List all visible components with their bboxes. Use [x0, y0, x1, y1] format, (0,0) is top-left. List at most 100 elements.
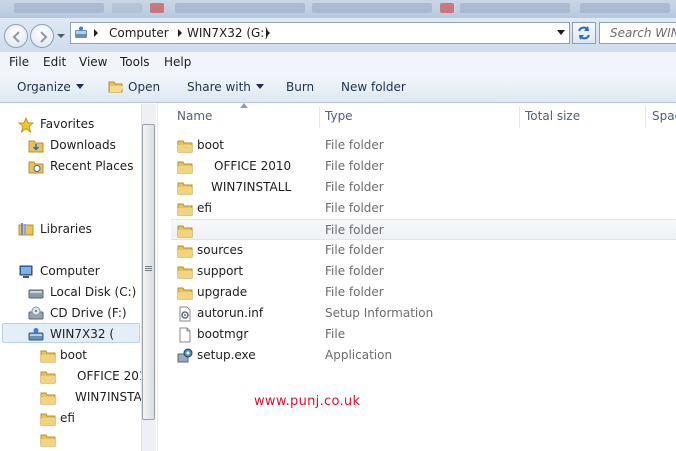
new-folder-button[interactable]: New folder: [341, 80, 406, 94]
drive-icon: [75, 26, 87, 38]
breadcrumb-computer[interactable]: Computer: [109, 26, 169, 40]
nav-favorites-label: Favorites: [40, 117, 95, 131]
menu-edit[interactable]: Edit: [43, 55, 66, 69]
file-name: upgrade: [197, 285, 248, 299]
nav-cd-drive-label: CD Drive (F:): [50, 306, 127, 320]
file-name: support: [197, 264, 244, 278]
file-row[interactable]: upgrade File folder: [171, 282, 676, 303]
column-divider[interactable]: [519, 106, 520, 128]
file-row[interactable]: support File folder: [171, 261, 676, 282]
folder-icon: [177, 264, 193, 283]
command-bar: Organize Open Share with Burn New folder: [0, 72, 676, 103]
cd-drive-icon: [28, 306, 44, 320]
chevron-down-icon[interactable]: [557, 30, 565, 36]
column-space[interactable]: Spac: [652, 109, 676, 123]
file-row[interactable]: autorun.inf Setup Information: [171, 303, 676, 324]
file-list: Name Type Total size Spac boot File folde…: [165, 103, 676, 451]
folder-icon: [40, 371, 56, 384]
file-row[interactable]: boot File folder: [171, 135, 676, 156]
file-type: File folder: [325, 243, 384, 257]
refresh-button[interactable]: [572, 22, 596, 44]
menu-tools[interactable]: Tools: [120, 55, 150, 69]
column-divider[interactable]: [645, 106, 646, 128]
organize-button[interactable]: Organize: [17, 80, 84, 94]
folder-icon: [40, 392, 56, 405]
back-button[interactable]: [4, 24, 28, 48]
open-button[interactable]: Open: [108, 79, 160, 94]
refresh-icon: [578, 26, 590, 40]
folder-icon: [177, 243, 193, 262]
file-type: File folder: [325, 159, 384, 173]
forward-arrow-icon: [40, 31, 48, 43]
scroll-grip-icon: [145, 266, 152, 267]
computer-icon: [19, 265, 33, 278]
file-type: File folder: [325, 223, 384, 237]
recent-places-icon: [28, 161, 44, 174]
hard-disk-icon: [28, 289, 44, 299]
file-row[interactable]: WIN7INSTALL File folder: [171, 177, 676, 198]
file-row[interactable]: setup.exe Application: [171, 345, 676, 366]
column-type[interactable]: Type: [325, 109, 353, 123]
file-row[interactable]: bootmgr File: [171, 324, 676, 345]
breadcrumb-chevron-icon[interactable]: [93, 28, 99, 38]
file-name: boot: [197, 138, 225, 152]
folder-icon: [177, 138, 193, 157]
file-type: File: [325, 327, 346, 341]
nav-computer-label: Computer: [40, 264, 100, 278]
file-name: bootmgr: [197, 327, 249, 341]
title-strip: [0, 0, 676, 18]
column-name[interactable]: Name: [177, 109, 212, 123]
back-arrow-icon: [12, 31, 20, 43]
file-row[interactable]: sources File folder: [171, 240, 676, 261]
address-bar[interactable]: Computer WIN7X32 (G:): [70, 22, 570, 44]
file-type: File folder: [325, 285, 384, 299]
breadcrumb-chevron-icon[interactable]: [177, 28, 183, 38]
file-name: efi: [197, 201, 212, 215]
search-input[interactable]: Search WIN7: [599, 22, 676, 44]
nav-sub-label: boot: [60, 348, 88, 362]
breadcrumb-drive[interactable]: WIN7X32 (G:): [187, 26, 269, 40]
folder-icon: [40, 350, 56, 363]
menu-view[interactable]: View: [79, 55, 107, 69]
file-row[interactable]: File folder: [171, 219, 676, 240]
share-with-label: Share with: [187, 80, 251, 94]
file-type: File folder: [325, 180, 384, 194]
pane-divider[interactable]: [157, 103, 165, 451]
column-total-size[interactable]: Total size: [525, 109, 580, 123]
sort-ascending-icon: [240, 103, 248, 108]
menu-file[interactable]: File: [9, 55, 29, 69]
folder-icon: [40, 434, 56, 447]
menu-bar: File Edit View Tools Help: [0, 52, 676, 72]
open-folder-icon: [108, 81, 123, 93]
nav-libraries-label: Libraries: [40, 222, 92, 236]
libraries-icon: [18, 223, 34, 236]
downloads-folder-icon: [28, 140, 44, 153]
file-type: Application: [325, 348, 393, 362]
folder-icon: [177, 180, 193, 199]
watermark: www.punj.co.uk: [254, 394, 361, 409]
column-divider[interactable]: [319, 106, 320, 128]
file-row[interactable]: efi File folder: [171, 198, 676, 219]
file-name: setup.exe: [197, 348, 256, 362]
forward-button[interactable]: [30, 24, 54, 48]
recent-pages-icon[interactable]: [56, 32, 66, 40]
open-label: Open: [128, 80, 161, 94]
nav-scrollbar-thumb[interactable]: [142, 124, 155, 420]
usb-drive-icon: [28, 328, 44, 341]
nav-sub-label: WIN7INSTAL: [75, 390, 149, 404]
menu-help[interactable]: Help: [164, 55, 191, 69]
settings-file-icon: [177, 306, 193, 325]
breadcrumb-chevron-icon[interactable]: [265, 28, 271, 38]
setup-exe-icon: [177, 348, 193, 367]
burn-button[interactable]: Burn: [286, 80, 314, 94]
file-name: sources: [197, 243, 244, 257]
nav-downloads-label: Downloads: [50, 138, 116, 152]
nav-win7x32-label: WIN7X32 (: [50, 327, 115, 341]
chevron-down-icon: [75, 84, 84, 89]
share-with-button[interactable]: Share with: [187, 80, 264, 94]
file-type: File folder: [325, 138, 384, 152]
file-name: WIN7INSTALL: [211, 180, 292, 194]
organize-label: Organize: [17, 80, 71, 94]
file-name: OFFICE 2010: [214, 159, 292, 173]
file-row[interactable]: OFFICE 2010 File folder: [171, 156, 676, 177]
